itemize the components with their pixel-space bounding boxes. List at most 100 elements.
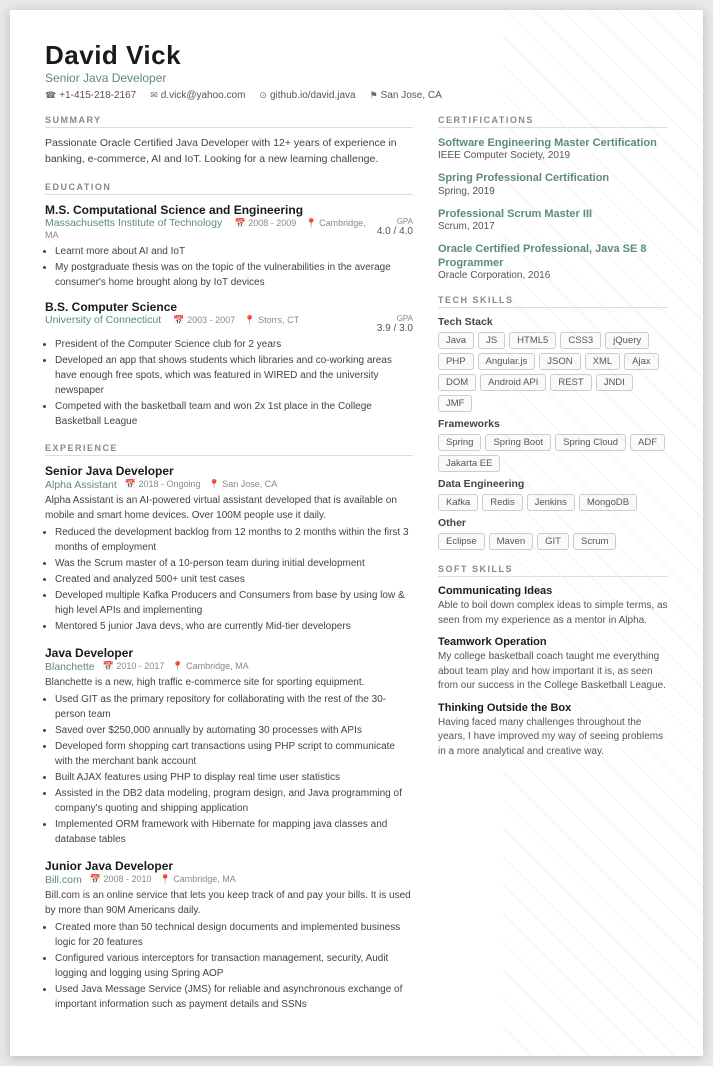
soft-skill-desc-1: My college basketball coach taught me ev… [438, 650, 668, 694]
skill-tag: Kafka [438, 494, 478, 511]
bs-gpa: GPA 3.9 / 3.0 [377, 314, 413, 334]
ms-bullet-2: My postgraduate thesis was on the topic … [55, 260, 413, 290]
ms-school: Massachusetts Institute of Technology [45, 217, 222, 229]
soft-skill-0: Communicating Ideas Able to boil down co… [438, 585, 668, 628]
phone-text: +1-415-218-2167 [59, 90, 136, 101]
java-desc: Blanchette is a new, high traffic e-comm… [45, 675, 413, 690]
education-section: EDUCATION M.S. Computational Science and… [45, 182, 413, 429]
contact-row: +1-415-218-2167 d.vick@yahoo.com github.… [45, 90, 668, 101]
junior-title: Junior Java Developer [45, 859, 413, 873]
senior-b3: Created and analyzed 500+ unit test case… [55, 572, 413, 587]
senior-company: Alpha Assistant [45, 479, 117, 491]
two-col-layout: SUMMARY Passionate Oracle Certified Java… [45, 115, 668, 1026]
skill-tag: CSS3 [560, 332, 601, 349]
email-contact: d.vick@yahoo.com [150, 90, 245, 101]
skill-tag: XML [585, 353, 621, 370]
soft-skill-desc-2: Having faced many challenges throughout … [438, 716, 668, 760]
skill-tag: REST [550, 374, 591, 391]
frameworks-label: Frameworks [438, 418, 668, 430]
senior-b1: Reduced the development backlog from 12 … [55, 525, 413, 555]
data-eng-tags: KafkaRedisJenkinsMongoDB [438, 494, 668, 511]
ms-bullet-1: Learnt more about AI and IoT [55, 244, 413, 259]
tech-stack-tags: JavaJSHTML5CSS3jQueryPHPAngular.jsJSONXM… [438, 332, 668, 412]
cert-name-3: Oracle Certified Professional, Java SE 8… [438, 242, 668, 271]
phone-icon [45, 90, 56, 101]
edu-entry-bs: B.S. Computer Science University of Conn… [45, 300, 413, 429]
skill-tag: Ajax [624, 353, 658, 370]
skill-tag: Android API [480, 374, 546, 391]
cert-name-1: Spring Professional Certification [438, 171, 668, 185]
exp-entry-junior: Junior Java Developer Bill.com 📅 2008 - … [45, 859, 413, 1012]
location-contact: San Jose, CA [370, 90, 442, 101]
bs-school: University of Connecticut [45, 314, 161, 326]
email-icon [150, 90, 158, 101]
skill-tag: Eclipse [438, 533, 485, 550]
experience-label: EXPERIENCE [45, 443, 413, 456]
bs-degree: B.S. Computer Science [45, 300, 413, 314]
phone-contact: +1-415-218-2167 [45, 90, 136, 101]
senior-desc: Alpha Assistant is an AI-powered virtual… [45, 493, 413, 523]
resume: David Vick Senior Java Developer +1-415-… [10, 10, 703, 1056]
right-column: CERTIFICATIONS Software Engineering Mast… [438, 115, 668, 1026]
soft-skill-2: Thinking Outside the Box Having faced ma… [438, 702, 668, 760]
ms-meta-left: Massachusetts Institute of Technology 📅 … [45, 217, 367, 241]
bs-bullet-3: Competed with the basketball team and wo… [55, 399, 413, 429]
exp-entry-senior: Senior Java Developer Alpha Assistant 📅 … [45, 464, 413, 634]
junior-meta: Bill.com 📅 2008 - 2010 📍 Cambridge, MA [45, 874, 413, 886]
bs-location: 📍 Storrs, CT [244, 315, 299, 325]
summary-section: SUMMARY Passionate Oracle Certified Java… [45, 115, 413, 168]
bs-meta: University of Connecticut 📅 2003 - 2007 … [45, 314, 413, 334]
skill-tag: MongoDB [579, 494, 637, 511]
skill-tag: DOM [438, 374, 476, 391]
summary-label: SUMMARY [45, 115, 413, 128]
frameworks-tags: SpringSpring BootSpring CloudADFJakarta … [438, 434, 668, 472]
java-company: Blanchette [45, 661, 95, 673]
soft-skill-desc-0: Able to boil down complex ideas to simpl… [438, 599, 668, 628]
junior-b3: Used Java Message Service (JMS) for reli… [55, 982, 413, 1012]
soft-skill-title-1: Teamwork Operation [438, 636, 668, 648]
skill-tag: PHP [438, 353, 474, 370]
other-label: Other [438, 517, 668, 529]
soft-skill-1: Teamwork Operation My college basketball… [438, 636, 668, 694]
junior-dates: 📅 2008 - 2010 [90, 874, 152, 885]
bs-dates: 📅 2003 - 2007 [173, 315, 235, 325]
java-title: Java Developer [45, 646, 413, 660]
email-text: d.vick@yahoo.com [161, 90, 246, 101]
java-b1: Used GIT as the primary repository for c… [55, 692, 413, 722]
java-b3: Developed form shopping cart transaction… [55, 739, 413, 769]
skill-tag: Redis [482, 494, 522, 511]
other-tags: EclipseMavenGITScrum [438, 533, 668, 550]
senior-bullets: Reduced the development backlog from 12 … [45, 525, 413, 634]
java-b6: Implemented ORM framework with Hibernate… [55, 817, 413, 847]
skill-tag: GIT [537, 533, 569, 550]
senior-dates: 📅 2018 - Ongoing [125, 479, 201, 490]
senior-meta: Alpha Assistant 📅 2018 - Ongoing 📍 San J… [45, 479, 413, 491]
java-b2: Saved over $250,000 annually by automati… [55, 723, 413, 738]
skill-tag: Maven [489, 533, 534, 550]
skill-tag: HTML5 [509, 332, 556, 349]
education-label: EDUCATION [45, 182, 413, 195]
cert-label: CERTIFICATIONS [438, 115, 668, 128]
candidate-name: David Vick [45, 40, 668, 71]
skill-tag: Scrum [573, 533, 616, 550]
cert-name-0: Software Engineering Master Certificatio… [438, 136, 668, 150]
soft-skills-label: SOFT SKILLS [438, 564, 668, 577]
experience-section: EXPERIENCE Senior Java Developer Alpha A… [45, 443, 413, 1012]
junior-desc: Bill.com is an online service that lets … [45, 888, 413, 918]
skill-tag: JMF [438, 395, 472, 412]
ms-bullets: Learnt more about AI and IoT My postgrad… [45, 244, 413, 290]
ms-meta: Massachusetts Institute of Technology 📅 … [45, 217, 413, 241]
junior-location: 📍 Cambridge, MA [160, 874, 236, 885]
edu-entry-ms: M.S. Computational Science and Engineeri… [45, 203, 413, 290]
ms-gpa: GPA 4.0 / 4.0 [377, 217, 413, 237]
skill-tag: Spring Cloud [555, 434, 626, 451]
java-b5: Assisted in the DB2 data modeling, progr… [55, 786, 413, 816]
cert-org-3: Oracle Corporation, 2016 [438, 270, 668, 281]
java-dates: 📅 2010 - 2017 [103, 661, 165, 672]
bs-meta-left: University of Connecticut 📅 2003 - 2007 … [45, 314, 367, 326]
location-text: San Jose, CA [381, 90, 442, 101]
cert-entry-2: Professional Scrum Master III Scrum, 201… [438, 207, 668, 232]
java-location: 📍 Cambridge, MA [172, 661, 248, 672]
ms-dates: 📅 2008 - 2009 [235, 218, 297, 228]
bs-bullet-1: President of the Computer Science club f… [55, 337, 413, 352]
